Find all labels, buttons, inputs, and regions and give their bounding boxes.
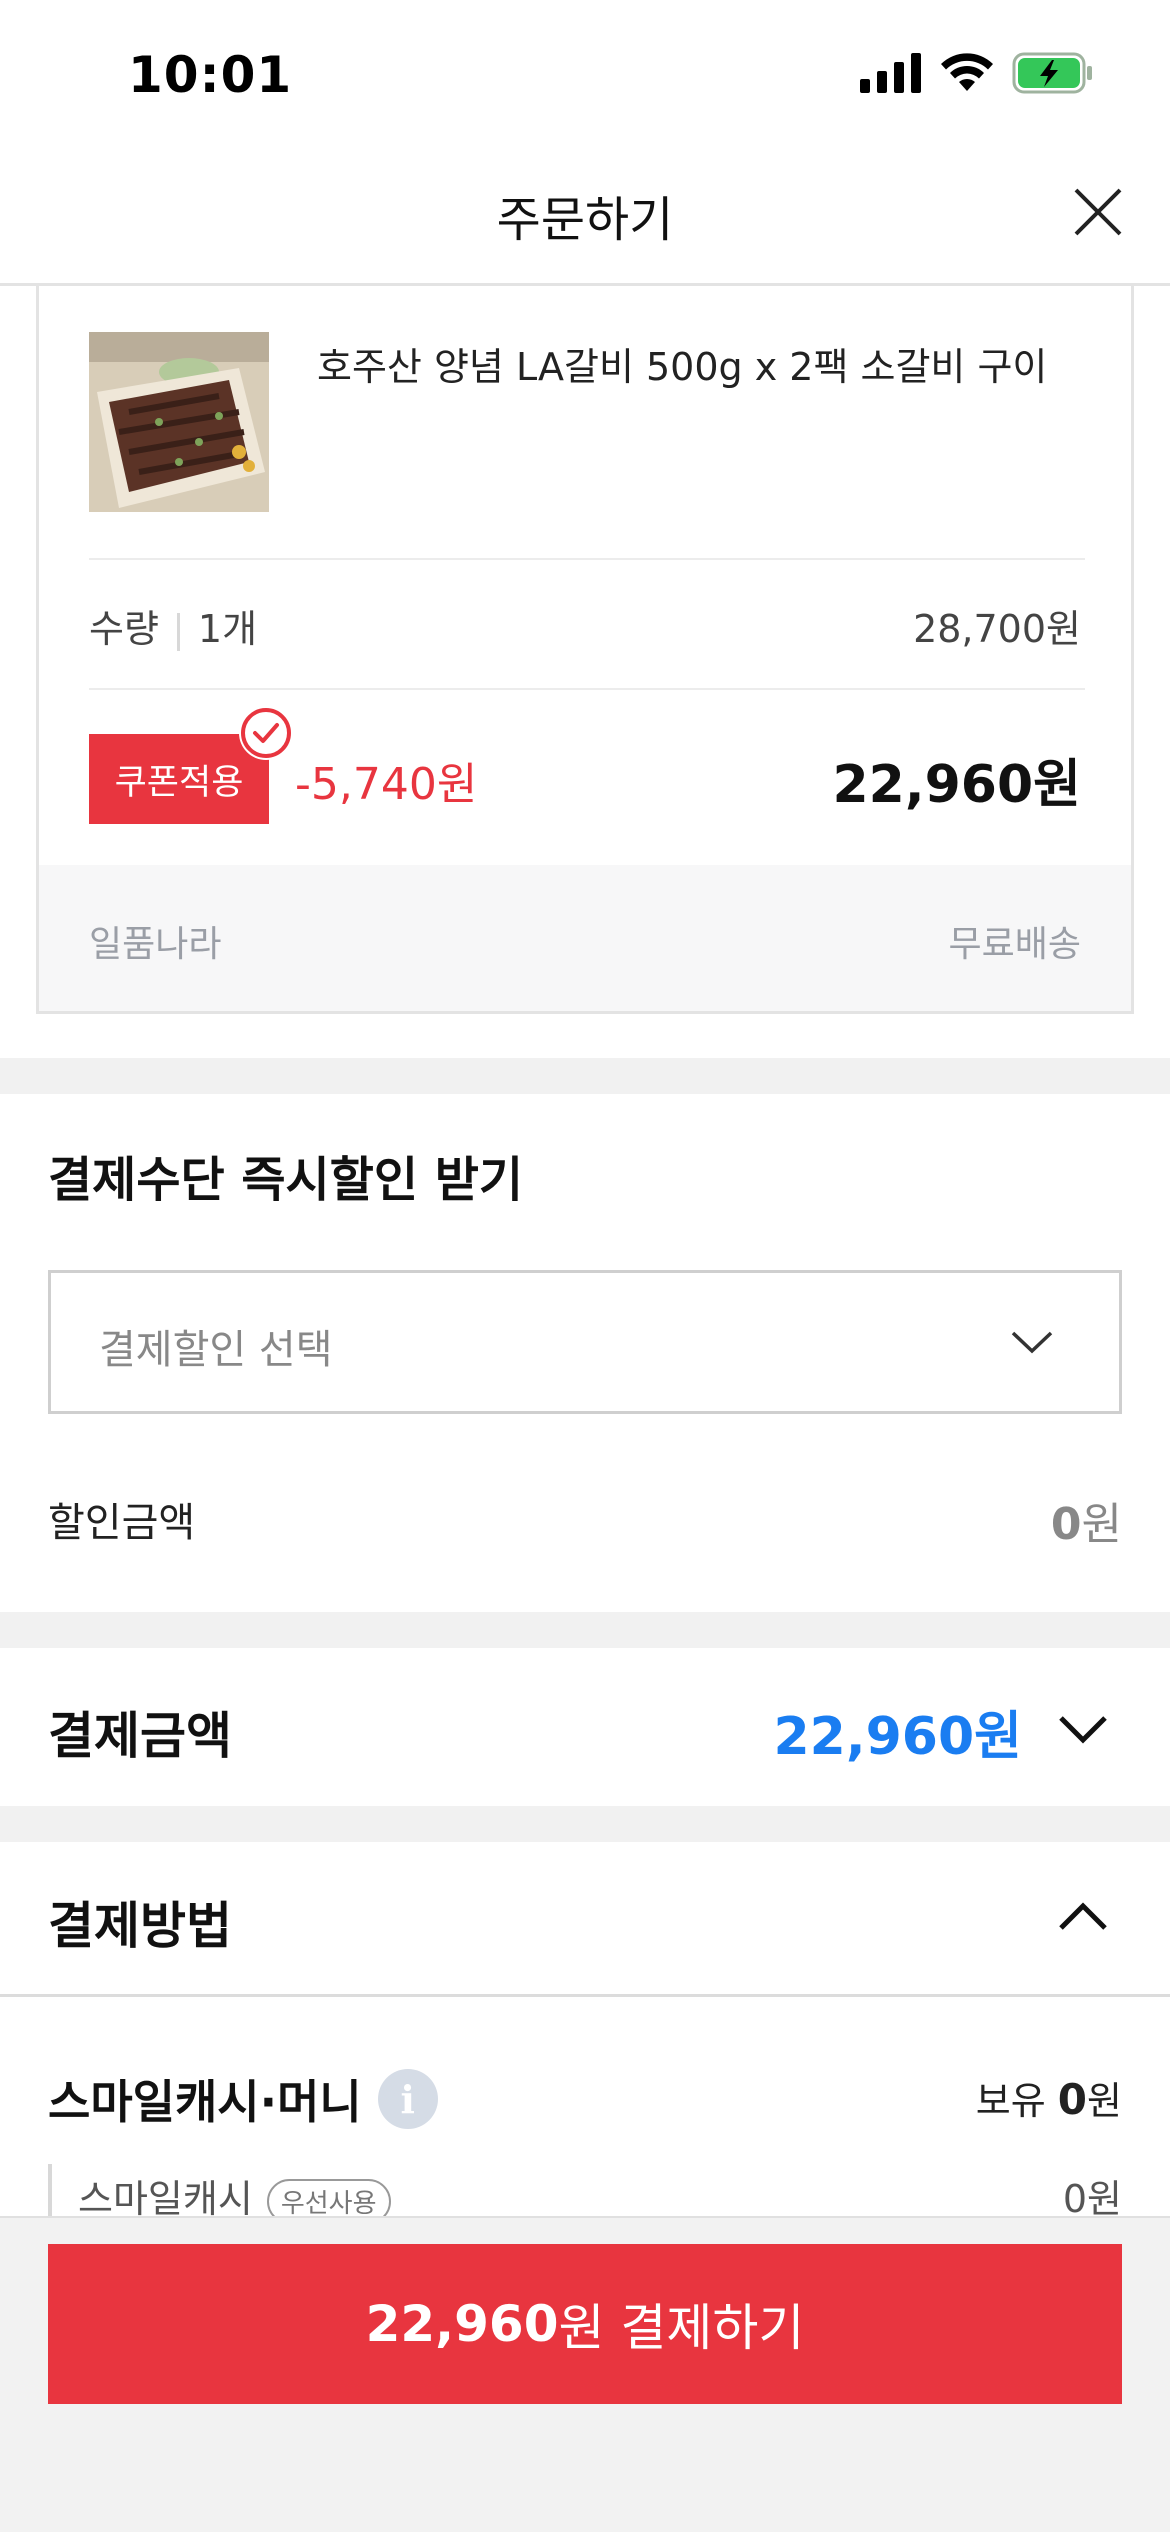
bottom-bar: 22,960 원 결제하기 xyxy=(0,2216,1170,2532)
seller-name: 일품나라 xyxy=(89,924,222,965)
wifi-icon xyxy=(941,53,993,91)
divider xyxy=(0,1994,1170,1997)
quantity-row: 수량 1개 xyxy=(89,598,257,653)
quantity-separator xyxy=(176,612,180,651)
payment-method-toggle[interactable] xyxy=(1056,1890,1110,1948)
discount-amount-label: 할인금액 xyxy=(48,1500,196,1546)
dropdown-value: 결제할인 선택 xyxy=(99,1327,333,1373)
smilecash-holdings: 보유 0원 xyxy=(975,2075,1122,2124)
quantity-value: 1개 xyxy=(197,607,258,651)
card-footer: 일품나라 무료배송 xyxy=(39,865,1131,1011)
payment-amount-toggle[interactable] xyxy=(1056,1702,1110,1760)
item-final-price: 22,960원 xyxy=(832,755,1081,815)
smilecash-title-row: 스마일캐시·머니 i xyxy=(48,2066,438,2132)
smilecash-label: 스마일캐시 xyxy=(78,2177,253,2221)
chevron-up-icon xyxy=(1059,1902,1107,1930)
product-image xyxy=(89,332,269,512)
quantity-label: 수량 xyxy=(89,607,159,651)
payment-discount-select[interactable]: 결제할인 선택 xyxy=(48,1270,1122,1414)
page-title: 주문하기 xyxy=(496,192,674,248)
payment-method-label[interactable]: 결제방법 xyxy=(48,1886,232,1958)
pay-button-amount: 22,960 xyxy=(365,2295,559,2353)
divider xyxy=(89,558,1085,560)
info-icon[interactable]: i xyxy=(377,2069,438,2129)
section-gap xyxy=(0,1058,1170,1094)
smilecash-row: 스마일캐시 우선사용 0원 xyxy=(48,2164,1122,2224)
close-icon xyxy=(1074,188,1122,236)
pay-button-label: 원 결제하기 xyxy=(558,2299,805,2357)
chevron-down-icon xyxy=(1059,1716,1107,1744)
status-bar: 10:01 xyxy=(0,0,1170,150)
payment-amount-value[interactable]: 22,960원 xyxy=(773,1694,1022,1769)
order-item-card: 호주산 양념 LA갈비 500g x 2팩 소갈비 구이 수량 1개 28,700… xyxy=(36,286,1134,1014)
section-gap xyxy=(0,1612,1170,1648)
instant-discount-title: 결제수단 즉시할인 받기 xyxy=(48,1152,524,1208)
section-gap xyxy=(0,1806,1170,1842)
cellular-signal-icon xyxy=(860,53,921,93)
product-name[interactable]: 호주산 양념 LA갈비 500g x 2팩 소갈비 구이 xyxy=(317,336,1047,391)
smilecash-value[interactable]: 0원 xyxy=(1063,2168,1122,2223)
unit-price: 28,700원 xyxy=(913,607,1081,651)
product-thumbnail[interactable] xyxy=(89,332,269,512)
pay-button[interactable]: 22,960 원 결제하기 xyxy=(48,2244,1122,2404)
status-time: 10:01 xyxy=(128,46,293,104)
coupon-discount-amount: -5,740원 xyxy=(295,759,478,810)
battery-charging-icon xyxy=(1012,52,1092,94)
divider xyxy=(89,688,1085,690)
close-button[interactable] xyxy=(1066,180,1130,244)
smilecash-money-title: 스마일캐시·머니 xyxy=(48,2075,362,2129)
chevron-down-icon xyxy=(1011,1331,1053,1354)
payment-amount-label[interactable]: 결제금액 xyxy=(48,1696,232,1768)
header: 주문하기 xyxy=(0,150,1170,286)
check-circle-icon xyxy=(239,706,293,760)
status-icons xyxy=(860,52,1094,94)
shipping-info: 무료배송 xyxy=(948,924,1081,965)
discount-amount-value: 0원 xyxy=(1050,1499,1122,1550)
